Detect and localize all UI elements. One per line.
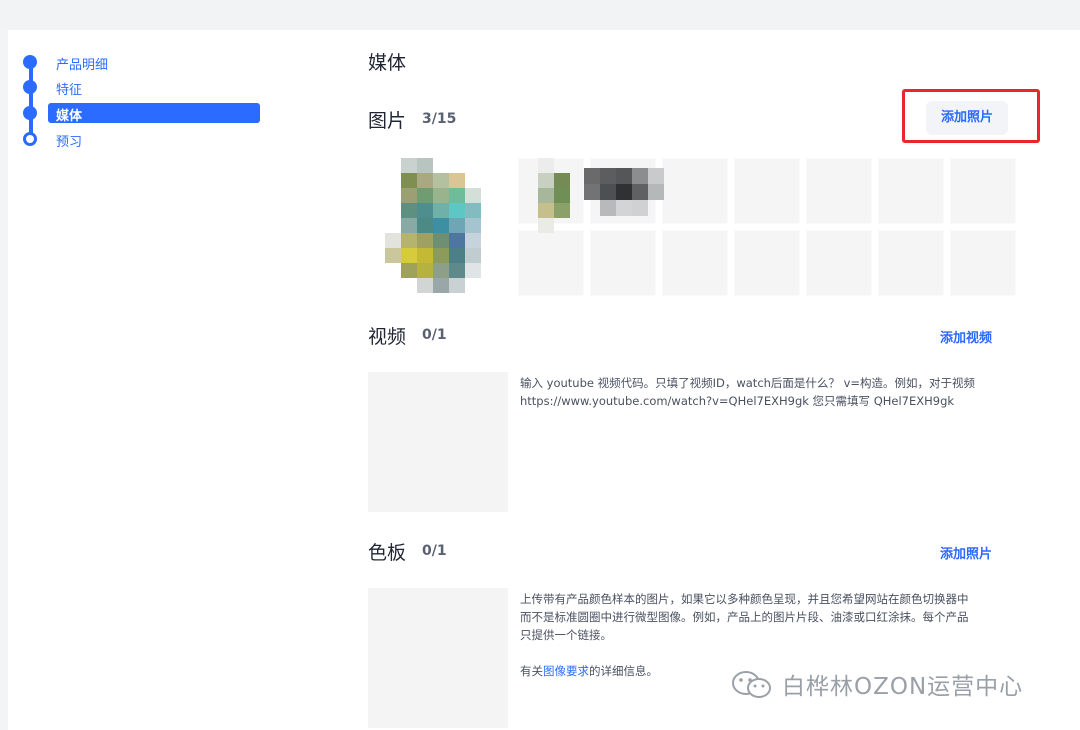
- add-swatch-photo-button[interactable]: 添加照片: [940, 543, 992, 562]
- photo-slot[interactable]: [878, 158, 944, 224]
- photos-count: 3/15: [422, 111, 457, 127]
- photo-slot[interactable]: [662, 230, 728, 296]
- note-prefix: 有关: [520, 664, 543, 678]
- step-features[interactable]: 特征: [22, 77, 272, 98]
- photo-slot[interactable]: [878, 230, 944, 296]
- step-media[interactable]: 媒体: [22, 103, 272, 124]
- product-editor-card: 产品明细 特征 媒体 预习 媒体 图片 3/15 添加照片 视频 0/1 添加视…: [8, 30, 1080, 730]
- step-product-details[interactable]: 产品明细: [22, 52, 272, 73]
- video-description-line: https://www.youtube.com/watch?v=QHel7EXH…: [520, 394, 955, 408]
- swatch-section-title: 色板: [368, 542, 407, 564]
- video-section-title: 视频: [368, 326, 407, 348]
- step-preview[interactable]: 预习: [22, 129, 272, 150]
- add-photo-button[interactable]: 添加照片: [926, 101, 1008, 135]
- uploaded-photo-3[interactable]: [584, 168, 668, 224]
- swatch-description-line: 上传带有产品颜色样本的图片，如果它以多种颜色呈现，并且您希望网站在颜色切换器中: [520, 592, 969, 606]
- wechat-logo-icon: [732, 671, 771, 698]
- step-done-dot-icon: [23, 80, 37, 94]
- step-label: 预习: [56, 135, 83, 150]
- note-suffix: 的详细信息。: [589, 664, 658, 678]
- photo-slot[interactable]: [806, 230, 872, 296]
- swatch-description-line: 只提供一个链接。: [520, 628, 612, 642]
- photo-slot[interactable]: [590, 230, 656, 296]
- swatch-upload-area[interactable]: [368, 588, 508, 728]
- watermark-text: 白桦林OZON运营中心: [782, 674, 1024, 700]
- step-done-dot-icon: [23, 55, 37, 69]
- video-description-line: 输入 youtube 视频代码。只填了视频ID，watch后面是什么？ v=构造…: [520, 376, 976, 390]
- photo-slot[interactable]: [734, 230, 800, 296]
- swatch-description-line: 而不是标准圆圈中进行微型图像。例如，产品上的图片片段、油漆或口红涂抹。每个产品: [520, 610, 969, 624]
- page-title: 媒体: [368, 52, 407, 74]
- uploaded-photo-1[interactable]: [385, 158, 491, 300]
- photos-section-title: 图片: [368, 110, 407, 132]
- image-requirements-link[interactable]: 图像要求: [543, 664, 589, 678]
- step-current-dot-icon: [23, 106, 37, 120]
- photo-slot[interactable]: [950, 158, 1016, 224]
- uploaded-photo-2[interactable]: [522, 158, 572, 248]
- photo-slot[interactable]: [662, 158, 728, 224]
- media-panel: 媒体 图片 3/15 添加照片 视频 0/1 添加视频 输入 youtube 视…: [368, 30, 1080, 730]
- step-label: 产品明细: [56, 58, 109, 73]
- photo-slot[interactable]: [806, 158, 872, 224]
- video-count: 0/1: [422, 327, 447, 343]
- video-upload-area[interactable]: [368, 372, 508, 512]
- swatch-count: 0/1: [422, 543, 447, 559]
- step-label: 媒体: [56, 109, 83, 124]
- step-label: 特征: [56, 83, 83, 98]
- photo-slot[interactable]: [734, 158, 800, 224]
- watermark: 白桦林OZON运营中心: [730, 664, 1023, 704]
- step-pending-dot-icon: [23, 132, 37, 146]
- photo-slot[interactable]: [950, 230, 1016, 296]
- add-video-button[interactable]: 添加视频: [940, 327, 992, 346]
- top-bar: [0, 0, 1080, 30]
- video-description: 输入 youtube 视频代码。只填了视频ID，watch后面是什么？ v=构造…: [520, 374, 1020, 410]
